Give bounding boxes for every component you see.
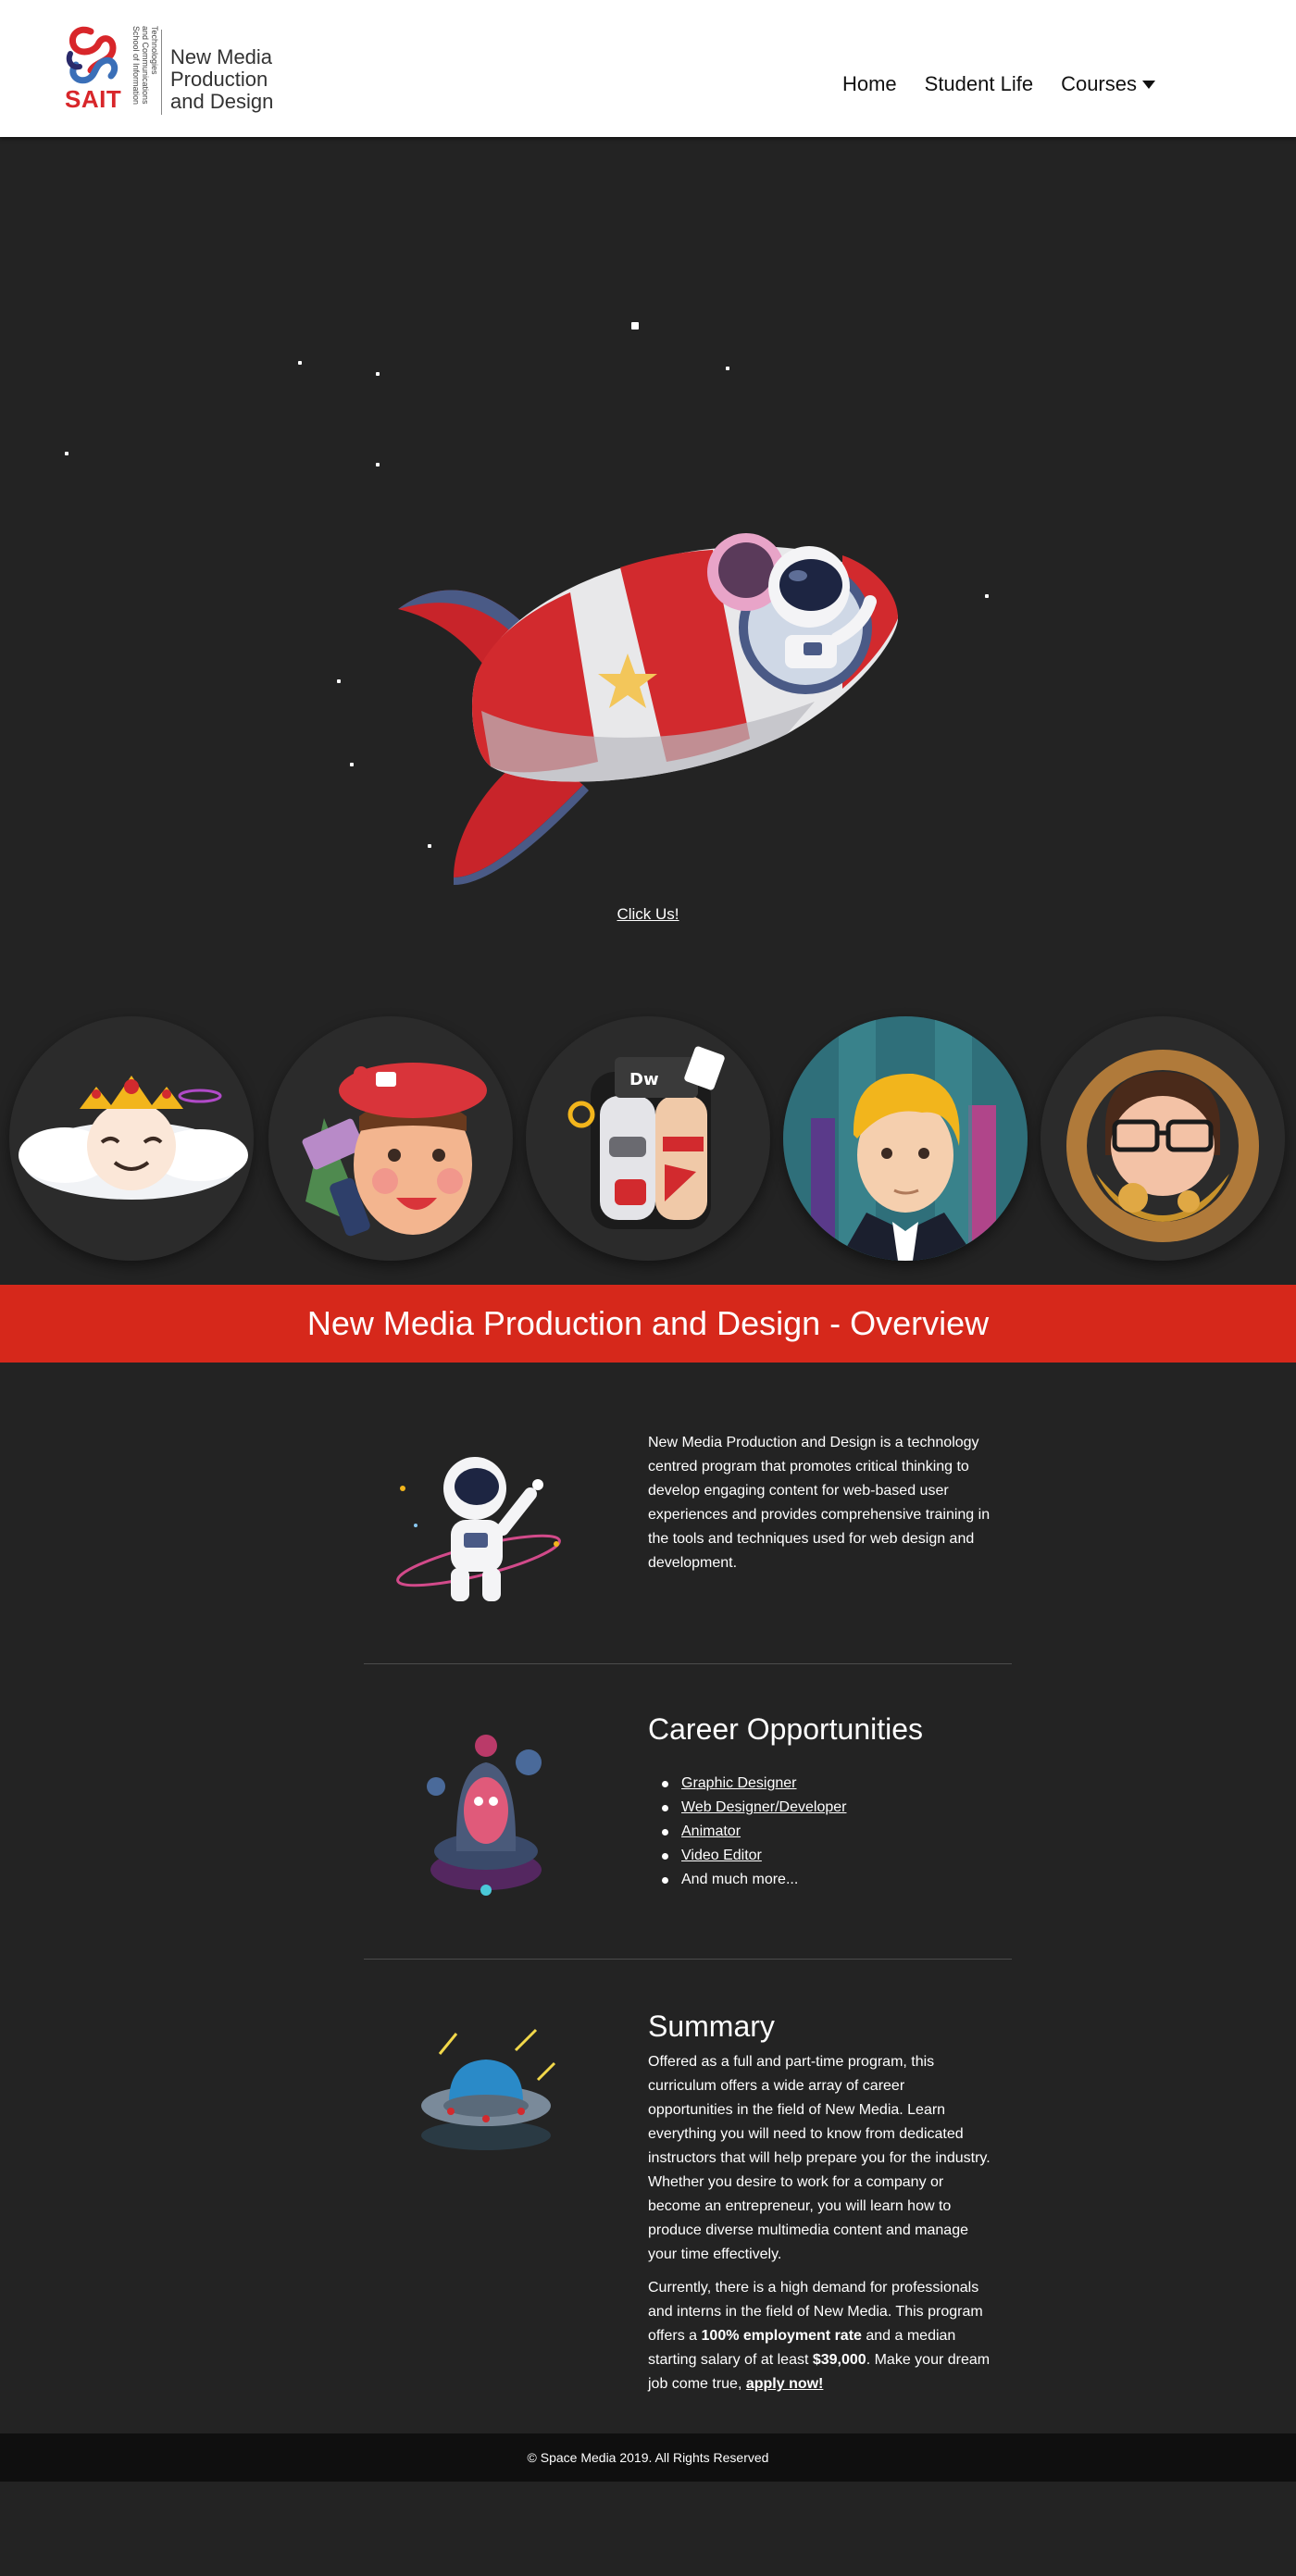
caret-down-icon <box>1142 80 1155 89</box>
career-more-text: And much more... <box>681 1872 799 1887</box>
list-item: Video Editor <box>648 1844 991 1868</box>
list-item: And much more... <box>648 1868 991 1892</box>
alien-pod-icon <box>427 1735 542 1896</box>
star-icon <box>65 452 69 455</box>
click-us-link[interactable]: Click Us! <box>617 905 679 923</box>
school-name-line: School of Information <box>131 26 141 106</box>
main-nav: Home Student Life Courses <box>842 72 1155 96</box>
overview-title: New Media Production and Design - Overvi… <box>306 1304 990 1342</box>
program-name-line: New Media <box>170 45 273 68</box>
hero-cta: Click Us! <box>0 905 1296 924</box>
ufo-icon <box>421 2028 556 2150</box>
hero-space-scene: Click Us! <box>0 137 1296 1016</box>
school-name-line: and Communications <box>141 26 150 105</box>
robot-split-icon: Dw <box>567 1046 725 1229</box>
steampunk-glasses-icon <box>1066 1050 1259 1242</box>
rocket-icon[interactable] <box>380 396 916 896</box>
star-icon <box>376 372 380 376</box>
overview-banner: New Media Production and Design - Overvi… <box>0 1285 1296 1363</box>
career-link-graphic-designer[interactable]: Graphic Designer <box>681 1775 797 1791</box>
apply-now-link[interactable]: apply now! <box>746 2376 824 2392</box>
cloud-king-icon <box>19 1076 248 1200</box>
star-icon <box>337 679 341 683</box>
list-item: Web Designer/Developer <box>648 1796 991 1820</box>
blonde-cityscape-icon <box>783 1016 1028 1261</box>
robot-split-avatar[interactable]: Dw <box>526 1016 770 1261</box>
sait-knot-icon <box>66 26 118 84</box>
sait-wordmark: SAIT <box>65 85 122 113</box>
intro-illustration <box>364 1431 648 1663</box>
career-link-animator[interactable]: Animator <box>681 1823 741 1839</box>
blonde-cityscape-avatar[interactable] <box>783 1016 1028 1261</box>
summary-paragraph-2: Currently, there is a high demand for pr… <box>648 2276 991 2396</box>
sait-logo[interactable]: SAIT School of Information and Communica… <box>63 24 273 117</box>
program-name-line: and Design <box>170 90 274 113</box>
overview-content: New Media Production and Design is a tec… <box>0 1363 1296 2433</box>
summary-paragraph-1: Offered as a full and part-time program,… <box>648 2054 991 2262</box>
nav-student-life[interactable]: Student Life <box>925 72 1033 96</box>
career-link-web-designer[interactable]: Web Designer/Developer <box>681 1799 846 1815</box>
career-link-video-editor[interactable]: Video Editor <box>681 1848 762 1863</box>
list-item: Graphic Designer <box>648 1772 991 1796</box>
school-name: School of Information and Communications… <box>122 26 176 113</box>
nav-courses-label: Courses <box>1061 72 1137 95</box>
employment-rate: 100% employment rate <box>701 2328 862 2344</box>
summary-text-col: Summary Offered as a full and part-time … <box>648 2008 991 2396</box>
star-icon <box>726 367 729 370</box>
star-icon <box>298 361 302 365</box>
careers-text-col: Career Opportunities Graphic Designer We… <box>648 1711 991 1959</box>
nav-courses[interactable]: Courses <box>1061 72 1155 96</box>
star-icon <box>631 322 639 330</box>
star-icon <box>985 594 989 598</box>
avatar-gallery: Dw <box>0 1016 1296 1285</box>
svg-text:Dw: Dw <box>629 1070 659 1089</box>
cloud-king-avatar[interactable] <box>9 1016 254 1261</box>
careers-title: Career Opportunities <box>648 1712 924 1746</box>
site-footer: © Space Media 2019. All Rights Reserved <box>0 2433 1296 2482</box>
starting-salary: $39,000 <box>812 2352 866 2368</box>
logo-divider <box>161 30 162 115</box>
star-icon <box>350 763 354 766</box>
program-name: New Media Production and Design <box>170 46 273 113</box>
astronaut-icon <box>396 1457 561 1601</box>
list-item: Animator <box>648 1820 991 1844</box>
summary-section: Summary Offered as a full and part-time … <box>364 1960 1012 2396</box>
artist-beret-icon <box>302 1063 487 1237</box>
careers-illustration <box>364 1711 648 1959</box>
copyright-text: © Space Media 2019. All Rights Reserved <box>527 2450 769 2465</box>
site-header: SAIT School of Information and Communica… <box>0 0 1296 137</box>
intro-text-col: New Media Production and Design is a tec… <box>648 1431 991 1663</box>
summary-title: Summary <box>648 2010 775 2043</box>
school-name-line: Technologies <box>150 26 159 75</box>
careers-section: Career Opportunities Graphic Designer We… <box>364 1664 1012 1959</box>
artist-beret-avatar[interactable] <box>268 1016 513 1261</box>
program-name-line: Production <box>170 68 268 91</box>
steampunk-glasses-avatar[interactable] <box>1041 1016 1285 1261</box>
intro-section: New Media Production and Design is a tec… <box>364 1363 1012 1663</box>
nav-home[interactable]: Home <box>842 72 897 96</box>
careers-list: Graphic Designer Web Designer/Developer … <box>648 1772 991 1892</box>
intro-paragraph: New Media Production and Design is a tec… <box>648 1435 991 1571</box>
summary-illustration <box>364 2008 648 2396</box>
